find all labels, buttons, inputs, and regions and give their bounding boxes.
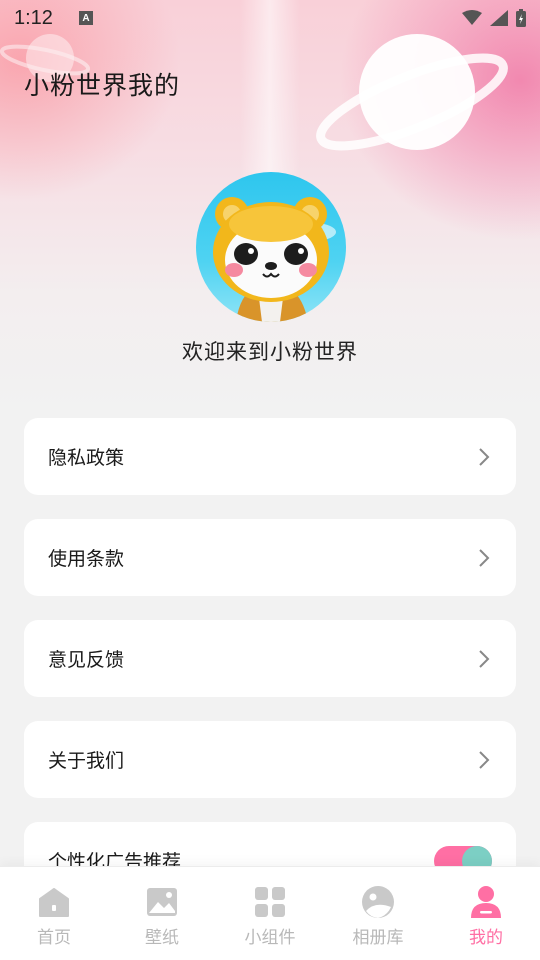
widgets-icon xyxy=(255,887,285,917)
menu-item-about-us[interactable]: 关于我们 xyxy=(24,721,516,798)
tab-mine[interactable]: 我的 xyxy=(432,867,540,960)
status-bar: 1:12 A xyxy=(0,0,540,36)
tab-label: 首页 xyxy=(37,928,71,948)
battery-icon xyxy=(516,9,526,27)
bear-avatar-icon xyxy=(213,197,336,322)
signal-icon xyxy=(490,10,508,26)
tab-widgets[interactable]: 小组件 xyxy=(216,867,324,960)
menu-item-privacy-policy[interactable]: 隐私政策 xyxy=(24,418,516,495)
tab-label: 小组件 xyxy=(244,928,296,948)
album-icon xyxy=(362,886,394,918)
avatar[interactable] xyxy=(196,172,346,322)
tab-label: 我的 xyxy=(469,928,503,948)
menu-item-label: 关于我们 xyxy=(48,750,125,772)
tab-label: 相册库 xyxy=(352,928,404,948)
tab-home[interactable]: 首页 xyxy=(0,867,108,960)
chevron-right-icon xyxy=(479,649,490,668)
chevron-right-icon xyxy=(479,548,490,567)
chevron-right-icon xyxy=(479,447,490,466)
tab-wallpaper[interactable]: 壁纸 xyxy=(108,867,216,960)
menu-item-feedback[interactable]: 意见反馈 xyxy=(24,620,516,697)
wifi-icon xyxy=(462,10,482,25)
menu-item-label: 使用条款 xyxy=(48,548,125,570)
page-title: 小粉世界我的 xyxy=(24,71,181,100)
person-icon xyxy=(471,886,501,918)
status-time: 1:12 xyxy=(14,6,53,29)
notification-icon: A xyxy=(78,11,93,25)
menu-item-label: 隐私政策 xyxy=(48,447,125,469)
tab-label: 壁纸 xyxy=(145,928,179,948)
menu-item-label: 意见反馈 xyxy=(48,649,125,671)
chevron-right-icon xyxy=(479,750,490,769)
menu-item-terms-of-use[interactable]: 使用条款 xyxy=(24,519,516,596)
home-icon xyxy=(39,888,69,917)
planet-decoration xyxy=(316,34,508,151)
image-icon xyxy=(147,888,177,916)
bottom-tab-bar: 首页 壁纸 小组件 相册库 我的 xyxy=(0,866,540,960)
welcome-text: 欢迎来到小粉世界 xyxy=(182,340,358,364)
tab-album[interactable]: 相册库 xyxy=(324,867,432,960)
